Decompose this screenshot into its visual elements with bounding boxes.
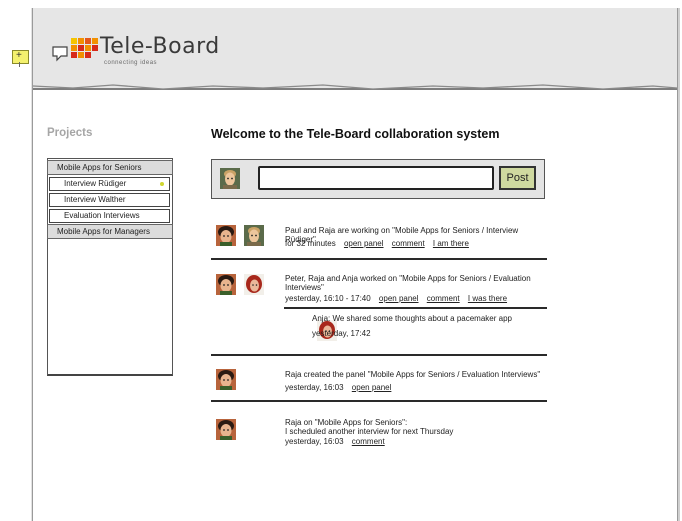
projects-sidebar: Mobile Apps for Seniors Interview Rüdige…: [47, 158, 173, 376]
active-status-dot: [160, 182, 164, 186]
project-item-interview-rudiger[interactable]: Interview Rüdiger: [49, 177, 170, 191]
activity-item: Peter, Raja and Anja worked on "Mobile A…: [211, 272, 547, 362]
post-input[interactable]: [258, 166, 494, 190]
project-group-label: Mobile Apps for Managers: [57, 227, 150, 236]
project-item-interview-walther[interactable]: Interview Walther: [49, 193, 170, 207]
activity-meta: for 32 minutes open panel comment I am t…: [285, 239, 469, 249]
comment-time: yesterday, 17:42: [312, 329, 371, 338]
activity-meta: yesterday, 16:03 comment: [285, 437, 385, 447]
activity-item: Raja on "Mobile Apps for Seniors": I sch…: [211, 409, 547, 459]
i-was-there-link[interactable]: I was there: [468, 294, 507, 303]
avatar: [244, 225, 264, 246]
activity-text-line2: I scheduled another interview for next T…: [285, 427, 454, 436]
project-item-label: Interview Walther: [64, 195, 126, 204]
avatar: [244, 274, 264, 295]
avatar: [220, 168, 240, 189]
post-composer: Post: [211, 159, 545, 199]
header-torn-edge: [33, 80, 677, 90]
welcome-heading: Welcome to the Tele-Board collaboration …: [211, 127, 500, 141]
page: Tele-Board connecting ideas Projects Mob…: [32, 8, 678, 521]
project-group-label: Mobile Apps for Seniors: [57, 163, 142, 172]
project-item-evaluation-interviews[interactable]: Evaluation Interviews: [49, 209, 170, 223]
activity-meta: yesterday, 16:03 open panel: [285, 383, 391, 393]
avatar: [216, 369, 236, 390]
avatar: [216, 225, 236, 246]
project-group-managers[interactable]: Mobile Apps for Managers: [47, 224, 173, 239]
project-group-seniors[interactable]: Mobile Apps for Seniors: [47, 160, 173, 175]
divider: [211, 354, 547, 356]
comment-link[interactable]: comment: [392, 239, 425, 248]
comment-link[interactable]: comment: [427, 294, 460, 303]
post-button[interactable]: Post: [499, 166, 536, 190]
divider: [211, 400, 547, 402]
activity-time: yesterday, 16:03: [285, 437, 344, 446]
activity-text: Peter, Raja and Anja worked on "Mobile A…: [285, 274, 531, 292]
project-item-label: Evaluation Interviews: [64, 211, 140, 220]
activity-text-line1: Raja on "Mobile Apps for Seniors":: [285, 418, 408, 427]
tele-board-logo-icon: [52, 38, 98, 62]
comment-divider: [284, 307, 547, 309]
logo-tagline: connecting ideas: [104, 60, 158, 66]
activity-time: yesterday, 16:03: [285, 383, 344, 392]
activity-meta: yesterday, 16:10 - 17:40 open panel comm…: [285, 294, 507, 304]
open-panel-link[interactable]: open panel: [352, 383, 392, 392]
avatar: [216, 274, 236, 295]
pin-icon: [19, 62, 20, 67]
open-panel-link[interactable]: open panel: [344, 239, 384, 248]
i-am-there-link[interactable]: I am there: [433, 239, 469, 248]
projects-title: Projects: [47, 127, 93, 139]
divider: [211, 258, 547, 260]
activity-item: Paul and Raja are working on "Mobile App…: [211, 222, 547, 262]
comment-text: Anja: We shared some thoughts about a pa…: [312, 314, 512, 323]
activity-item: Raja created the panel "Mobile Apps for …: [211, 363, 547, 407]
activity-time: yesterday, 16:10 - 17:40: [285, 294, 371, 303]
activity-text: Raja created the panel "Mobile Apps for …: [285, 370, 541, 379]
add-note-button[interactable]: +: [12, 50, 29, 67]
project-item-label: Interview Rüdiger: [64, 179, 127, 188]
comment-link[interactable]: comment: [352, 437, 385, 446]
avatar: [216, 419, 236, 440]
open-panel-link[interactable]: open panel: [379, 294, 419, 303]
logo-text: Tele-Board: [100, 34, 220, 59]
activity-time: for 32 minutes: [285, 239, 336, 248]
header: Tele-Board connecting ideas: [33, 8, 677, 90]
